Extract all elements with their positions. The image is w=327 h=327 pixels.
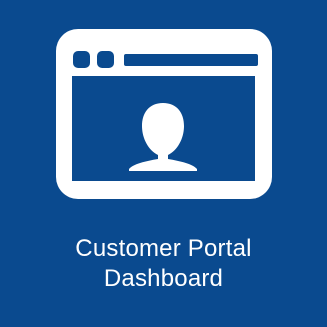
window-dot-1-icon — [73, 51, 90, 68]
address-bar-icon — [124, 54, 258, 66]
customer-portal-dashboard-tile[interactable]: Customer Portal Dashboard — [0, 0, 327, 327]
tile-label: Customer Portal Dashboard — [0, 234, 327, 294]
tile-label-line-1: Customer Portal — [75, 235, 252, 262]
window-dot-2-icon — [97, 51, 114, 68]
tile-label-line-2: Dashboard — [103, 265, 224, 292]
